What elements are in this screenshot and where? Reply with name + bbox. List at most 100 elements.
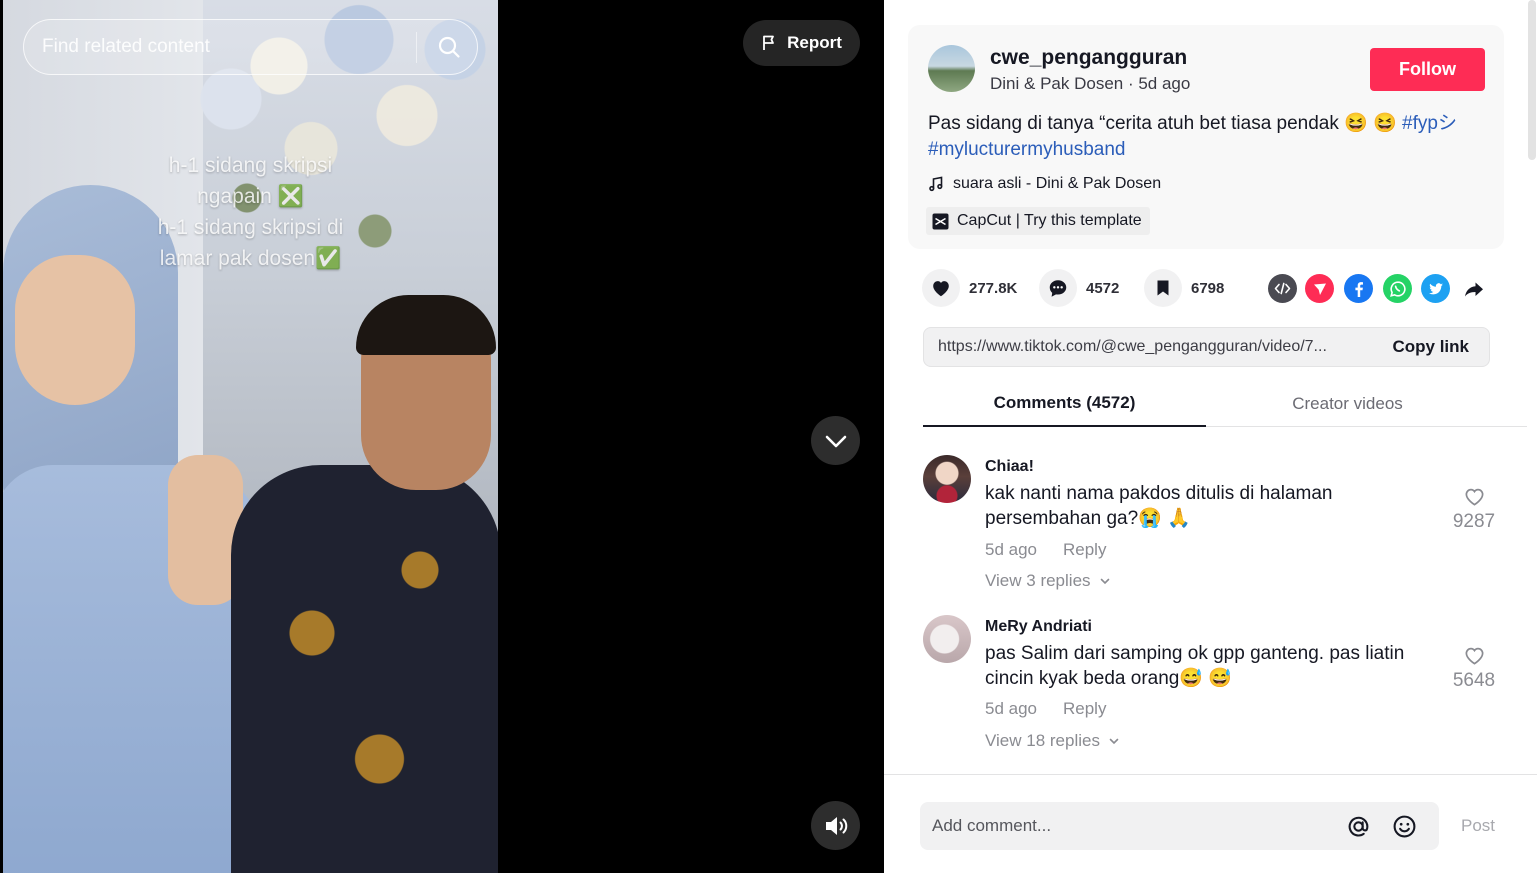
reply-button[interactable]: Reply: [1063, 699, 1106, 719]
save-count: 6798: [1191, 279, 1225, 297]
twitter-share-button[interactable]: [1421, 274, 1450, 303]
copy-link-button[interactable]: Copy link: [1392, 337, 1469, 357]
emoji-icon: [1393, 815, 1415, 837]
like-action: 277.8K: [922, 269, 1017, 307]
video-link-url[interactable]: https://www.tiktok.com/@cwe_pengangguran…: [938, 338, 1378, 356]
hashtag-link[interactable]: #fypシ: [1402, 113, 1457, 134]
chevron-down-icon: [1109, 738, 1119, 745]
volume-button[interactable]: [811, 801, 860, 850]
send-to-friends-button[interactable]: [1305, 274, 1334, 303]
chevron-down-icon: [825, 435, 846, 447]
comment-age: 5d ago: [985, 540, 1037, 559]
comment-meta: 5d ago Reply: [985, 540, 1106, 560]
capcut-label: CapCut | Try this template: [957, 212, 1142, 229]
post-age: 5d ago: [1138, 74, 1191, 93]
commenter-avatar[interactable]: [923, 615, 971, 663]
related-search-bar: [23, 19, 478, 75]
overlay-line: h-1 sidang skripsi: [168, 154, 333, 177]
next-video-button[interactable]: [811, 416, 860, 465]
comment-composer: Post: [884, 774, 1537, 873]
bookmark-icon: [1157, 280, 1169, 296]
tab-comments[interactable]: Comments (4572): [923, 380, 1206, 427]
at-sign-icon: [1348, 816, 1368, 836]
comment-like-count: 9287: [1452, 511, 1496, 532]
person-man: [231, 295, 498, 873]
view-replies-button[interactable]: View 18 replies: [985, 731, 1120, 751]
emoji-button[interactable]: [1390, 812, 1418, 840]
person-woman: [3, 185, 263, 873]
comment-action: 4572: [1039, 269, 1119, 307]
comment-input[interactable]: [932, 802, 1332, 850]
comment-text: kak nanti nama pakdos ditulis di halaman…: [985, 483, 1333, 529]
commenter-avatar[interactable]: [923, 455, 971, 503]
report-button[interactable]: Report: [743, 20, 860, 66]
follow-button[interactable]: Follow: [1370, 48, 1485, 91]
report-label: Report: [787, 33, 842, 52]
save-button[interactable]: [1144, 269, 1182, 307]
post-info-card: cwe_pengangguran Dini & Pak Dosen · 5d a…: [908, 25, 1504, 249]
video-frame[interactable]: h-1 sidang skripsi ngapain ❎ h-1 sidang …: [3, 0, 498, 873]
chevron-down-icon: [1100, 578, 1109, 585]
post-comment-button[interactable]: Post: [1461, 816, 1495, 836]
comment-like: 9287: [1443, 486, 1505, 533]
scrollbar[interactable]: [1528, 0, 1536, 160]
overlay-line: lamar pak dosen✅: [159, 247, 342, 270]
author-username[interactable]: cwe_pengangguran: [990, 46, 1187, 70]
embed-icon: [1274, 282, 1291, 295]
overlay-line: h-1 sidang skripsi di: [157, 216, 344, 239]
comment-input-wrap: [920, 802, 1439, 850]
subline-separator: ·: [1123, 74, 1139, 93]
capcut-icon: [932, 213, 949, 229]
comment-like-count: 5648: [1452, 670, 1496, 691]
capcut-template-link[interactable]: CapCut | Try this template: [926, 207, 1150, 235]
volume-icon: [825, 816, 847, 835]
details-panel: cwe_pengangguran Dini & Pak Dosen · 5d a…: [884, 0, 1537, 873]
comment-button[interactable]: [1039, 269, 1077, 307]
hashtag-link[interactable]: #mylucturermyhusband: [928, 139, 1125, 160]
music-link[interactable]: suara asli - Dini & Pak Dosen: [928, 175, 1161, 193]
music-note-icon: [929, 176, 943, 192]
more-share-button[interactable]: [1459, 274, 1488, 303]
video-player[interactable]: h-1 sidang skripsi ngapain ❎ h-1 sidang …: [0, 0, 884, 873]
comment-tabs: Comments (4572) Creator videos: [923, 380, 1527, 427]
search-button[interactable]: [429, 28, 469, 66]
caption-text: Pas sidang di tanya “cerita atuh bet tia…: [928, 113, 1403, 134]
search-icon: [438, 36, 460, 58]
whatsapp-icon: [1389, 280, 1406, 297]
embed-button[interactable]: [1268, 274, 1297, 303]
video-link-box: https://www.tiktok.com/@cwe_pengangguran…: [923, 327, 1490, 367]
send-to-friends-icon: [1313, 283, 1326, 295]
comment-text: pas Salim dari samping ok gpp ganteng. p…: [985, 643, 1405, 689]
video-overlay-text: h-1 sidang skripsi ngapain ❎ h-1 sidang …: [3, 150, 498, 274]
whatsapp-share-button[interactable]: [1383, 274, 1412, 303]
author-avatar[interactable]: [928, 45, 975, 92]
view-replies-button[interactable]: View 3 replies: [985, 571, 1111, 591]
share-arrow-icon: [1464, 282, 1483, 296]
reply-button[interactable]: Reply: [1063, 540, 1106, 560]
facebook-share-button[interactable]: [1344, 274, 1373, 303]
post-caption: Pas sidang di tanya “cerita atuh bet tia…: [928, 111, 1488, 163]
comment-item: Chiaa! kak nanti nama pakdos ditulis di …: [923, 455, 1513, 600]
mention-button[interactable]: [1344, 812, 1372, 840]
heart-filled-icon: [933, 281, 949, 297]
flag-icon: [763, 35, 775, 50]
comment-count: 4572: [1086, 279, 1120, 297]
comment-meta: 5d ago Reply: [985, 699, 1106, 719]
comment-age: 5d ago: [985, 699, 1037, 718]
tab-creator-videos[interactable]: Creator videos: [1206, 380, 1489, 427]
comment-bubble-icon: [1049, 280, 1067, 297]
commenter-name[interactable]: MeRy Andriati: [985, 618, 1092, 636]
related-search-input[interactable]: [42, 20, 412, 73]
music-label: suara asli - Dini & Pak Dosen: [953, 175, 1162, 192]
like-button[interactable]: [922, 269, 960, 307]
action-bar: 277.8K 4572 6798: [922, 269, 1502, 307]
search-divider: [416, 32, 417, 63]
heart-outline-icon[interactable]: [1463, 645, 1486, 666]
author-display-name: Dini & Pak Dosen: [990, 74, 1124, 93]
commenter-name[interactable]: Chiaa!: [985, 458, 1034, 476]
twitter-icon: [1428, 282, 1443, 294]
comment-item: MeRy Andriati pas Salim dari samping ok …: [923, 615, 1513, 760]
facebook-icon: [1354, 281, 1363, 297]
heart-outline-icon[interactable]: [1463, 486, 1486, 507]
save-action: 6798: [1144, 269, 1224, 307]
